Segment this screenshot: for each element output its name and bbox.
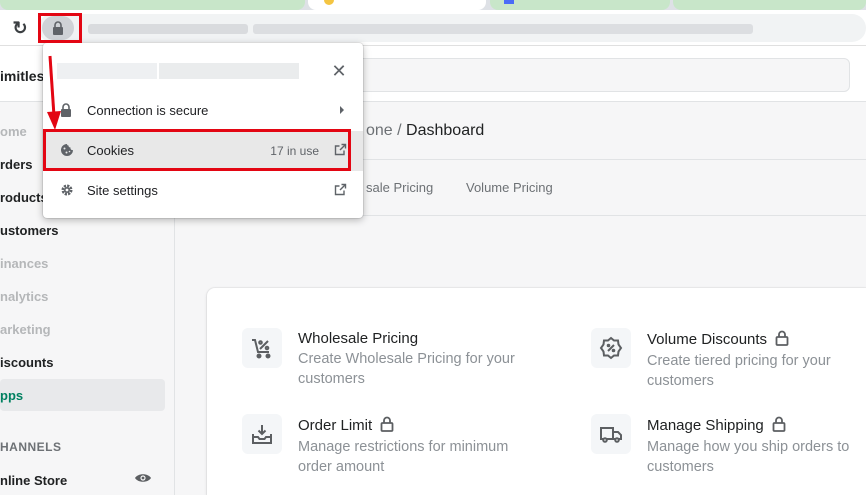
truck-icon: [591, 414, 631, 454]
breadcrumb-current: Dashboard: [406, 122, 485, 139]
feature-description: Create tiered pricing for your customers: [647, 353, 831, 389]
cart-percent-icon: [242, 328, 282, 368]
site-hostname: [57, 63, 157, 79]
browser-toolbar: ↻: [0, 10, 866, 46]
feature-title[interactable]: Manage Shipping: [647, 416, 786, 434]
eye-icon[interactable]: [134, 472, 152, 484]
tab-wholesale-pricing[interactable]: sale Pricing: [366, 180, 433, 195]
feature-description: Create Wholesale Pricing for your custom…: [298, 351, 515, 387]
site-settings-row[interactable]: Site settings: [43, 171, 363, 211]
feature-description: Manage how you ship orders to customers: [647, 439, 850, 475]
features-card: Wholesale Pricing Create Wholesale Prici…: [207, 288, 866, 495]
highlight-box: [43, 129, 351, 171]
sidebar-item-online-store[interactable]: nline Store: [0, 473, 67, 488]
site-hostname: [159, 63, 299, 79]
reload-icon[interactable]: ↻: [10, 18, 30, 38]
feature-title-text[interactable]: Order Limit: [298, 417, 372, 434]
site-settings-label: Site settings: [87, 183, 158, 198]
sidebar-item-customers[interactable]: ustomers: [0, 223, 59, 238]
sidebar-item-products[interactable]: roducts: [0, 190, 48, 205]
chevron-right-icon: [340, 106, 344, 114]
sales-channels-heading: HANNELS: [0, 440, 62, 454]
inbox-download-icon: [242, 414, 282, 454]
annotation-arrow-icon: [47, 55, 61, 130]
feature-title-text[interactable]: Volume Discounts: [647, 331, 767, 348]
close-icon[interactable]: ✕: [329, 61, 349, 81]
sidebar-item-apps[interactable]: pps: [0, 388, 23, 403]
connection-security-row[interactable]: Connection is secure: [43, 91, 363, 131]
search-input[interactable]: [345, 58, 850, 92]
feature-title[interactable]: Order Limit: [298, 416, 394, 434]
feature-title-text[interactable]: Manage Shipping: [647, 417, 764, 434]
sidebar-item-orders[interactable]: rders: [0, 157, 33, 172]
sidebar-item-finances[interactable]: inances: [0, 256, 48, 271]
sidebar-item-analytics[interactable]: nalytics: [0, 289, 48, 304]
highlight-box: [38, 13, 82, 43]
browser-tab[interactable]: [0, 0, 305, 10]
sidebar-item-marketing[interactable]: arketing: [0, 322, 51, 337]
gear-icon: [61, 184, 73, 196]
address-bar[interactable]: [38, 14, 866, 42]
lock-icon: [380, 416, 394, 432]
feature-title[interactable]: Wholesale Pricing: [298, 330, 418, 347]
connection-security-label: Connection is secure: [87, 103, 209, 118]
sidebar-item-discounts[interactable]: iscounts: [0, 355, 53, 370]
lock-icon: [775, 330, 789, 346]
external-link-icon: [334, 183, 347, 196]
tab-favicon: [324, 0, 334, 5]
tab-favicon: [504, 0, 514, 4]
lock-icon: [772, 416, 786, 432]
feature-description: Manage restrictions for minimum order am…: [298, 439, 509, 475]
breadcrumb-home[interactable]: one: [366, 122, 393, 139]
url-text: [88, 24, 248, 34]
discount-badge-icon: [591, 328, 631, 368]
browser-tab[interactable]: [490, 0, 670, 10]
browser-tab[interactable]: [673, 0, 866, 10]
browser-tab-active[interactable]: [308, 0, 486, 10]
sidebar-active-background: [0, 379, 165, 411]
tab-strip: [0, 0, 866, 10]
breadcrumb-separator: /: [392, 122, 407, 139]
sidebar-item-home[interactable]: ome: [0, 124, 27, 139]
breadcrumb: one / Dashboard: [366, 122, 484, 140]
url-text: [253, 24, 753, 34]
feature-title[interactable]: Volume Discounts: [647, 330, 789, 348]
tab-volume-pricing[interactable]: Volume Pricing: [466, 180, 553, 195]
